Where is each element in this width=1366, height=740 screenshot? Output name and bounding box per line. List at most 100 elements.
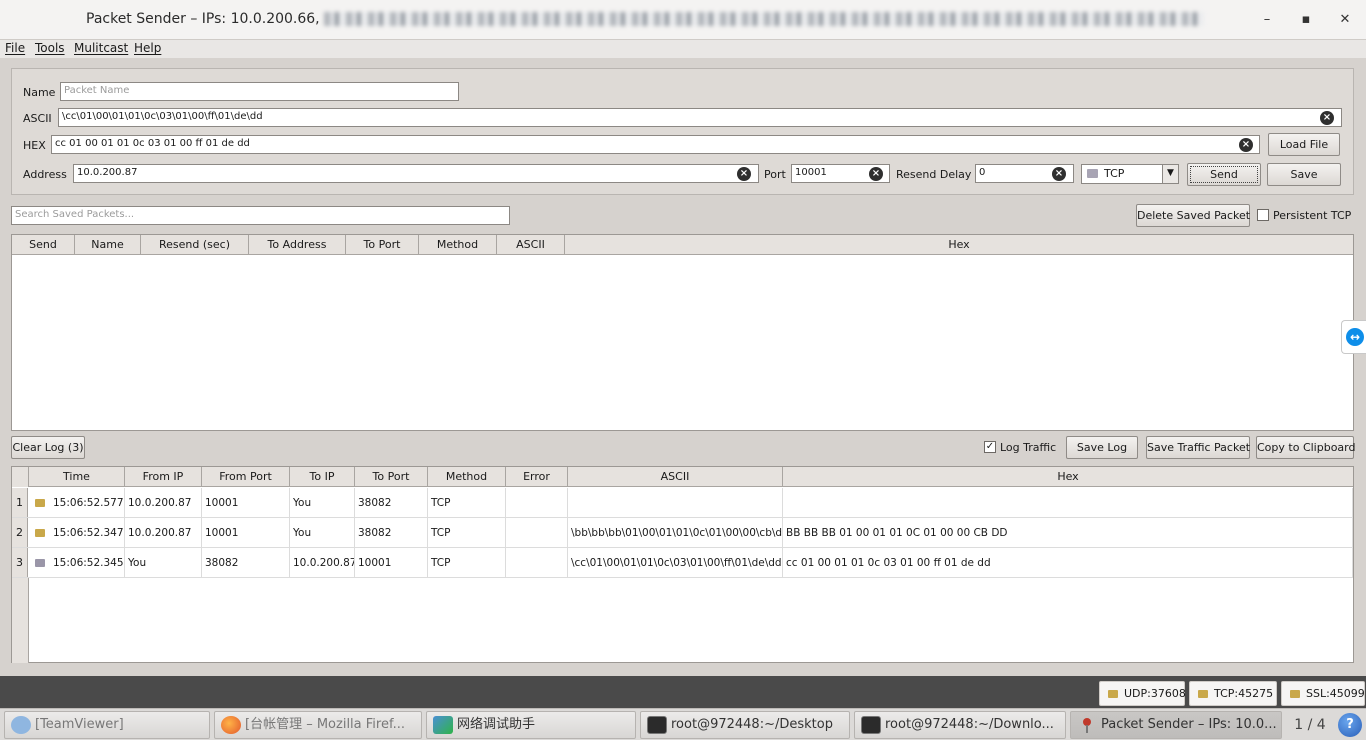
address-input[interactable]: 10.0.200.87: [73, 164, 759, 183]
clear-log-button[interactable]: Clear Log (3): [11, 436, 85, 459]
cell-text: TCP: [431, 557, 451, 569]
hex-label: HEX: [23, 139, 46, 152]
cell-to-ip: You: [290, 518, 355, 548]
menu-file[interactable]: File: [5, 41, 25, 55]
packet-icon: [1108, 690, 1118, 698]
cell-text: TCP: [431, 527, 451, 539]
clear-text-icon[interactable]: ×: [737, 167, 751, 181]
copy-to-clipboard-button[interactable]: Copy to Clipboard: [1256, 436, 1355, 459]
taskbar: [TeamViewer] [台帐管理 – Mozilla Firef... 网络…: [0, 708, 1366, 740]
log-traffic-checkbox[interactable]: ✓: [984, 441, 996, 453]
table-row[interactable]: 15:06:52.347 10.0.200.87 10001 You 38082 TCP \…: [12, 518, 1353, 548]
col-method[interactable]: Method: [419, 235, 497, 255]
row-header-filler: [12, 578, 29, 663]
traffic-log-table[interactable]: Time From IP From Port To IP To Port Met…: [11, 466, 1354, 663]
saved-table-header: Send Name Resend (sec) To Address To Por…: [12, 235, 1353, 255]
name-input[interactable]: Packet Name: [60, 82, 459, 101]
close-button[interactable]: ✕: [1335, 10, 1355, 30]
persistent-tcp-checkbox[interactable]: [1257, 209, 1269, 221]
title-bar: Packet Sender – IPs: 10.0.200.66, – ▪ ✕: [0, 0, 1366, 40]
cell-hex: [783, 488, 1353, 518]
minimize-button[interactable]: –: [1257, 10, 1277, 30]
col-error[interactable]: Error: [506, 467, 568, 487]
ascii-input[interactable]: \cc\01\00\01\01\0c\03\01\00\ff\01\de\dd: [58, 108, 1342, 127]
col-ascii[interactable]: ASCII: [568, 467, 783, 487]
maximize-button[interactable]: ▪: [1296, 10, 1316, 30]
cell-text: 10001: [358, 557, 392, 569]
task-firefox[interactable]: [台帐管理 – Mozilla Firef...: [214, 711, 422, 739]
col-to-port[interactable]: To Port: [355, 467, 428, 487]
col-ascii[interactable]: ASCII: [497, 235, 565, 255]
col-from-port[interactable]: From Port: [202, 467, 290, 487]
log-traffic-label: Log Traffic: [1000, 441, 1057, 454]
save-traffic-packet-button[interactable]: Save Traffic Packet: [1146, 436, 1250, 459]
window-title: Packet Sender – IPs: 10.0.200.66,: [86, 11, 1204, 27]
task-terminal-desktop[interactable]: root@972448:~/Desktop: [640, 711, 850, 739]
task-teamviewer[interactable]: [TeamViewer]: [4, 711, 210, 739]
task-label: [台帐管理 – Mozilla Firef...: [245, 717, 405, 732]
col-hex[interactable]: Hex: [783, 467, 1353, 487]
col-from-ip[interactable]: From IP: [125, 467, 202, 487]
persistent-tcp-label: Persistent TCP: [1273, 209, 1352, 222]
cell-method: TCP: [428, 518, 506, 548]
cell-method: TCP: [428, 488, 506, 518]
cell-text: 15:06:52.347: [53, 527, 124, 539]
col-name[interactable]: Name: [75, 235, 141, 255]
task-packet-sender[interactable]: Packet Sender – IPs: 10.0...: [1070, 711, 1282, 739]
clear-text-icon[interactable]: ×: [1239, 138, 1253, 152]
col-method[interactable]: Method: [428, 467, 506, 487]
search-saved-input[interactable]: Search Saved Packets...: [11, 206, 510, 225]
table-row[interactable]: 15:06:52.345 You 38082 10.0.200.87 10001 TCP \…: [12, 548, 1353, 578]
protocol-select[interactable]: TCP ▼: [1081, 164, 1179, 184]
save-button[interactable]: Save: [1267, 163, 1341, 186]
clear-text-icon[interactable]: ×: [869, 167, 883, 181]
cell-method: TCP: [428, 548, 506, 578]
task-network-tool[interactable]: 网络调试助手: [426, 711, 636, 739]
cell-text: 10.0.200.87: [128, 527, 192, 539]
save-log-button[interactable]: Save Log: [1066, 436, 1138, 459]
send-button[interactable]: Send: [1187, 163, 1261, 186]
clear-text-icon[interactable]: ×: [1052, 167, 1066, 181]
col-to-port[interactable]: To Port: [346, 235, 419, 255]
workspace-pager[interactable]: 1 / 4: [1286, 715, 1334, 735]
hex-input[interactable]: cc 01 00 01 01 0c 03 01 00 ff 01 de dd: [51, 135, 1260, 154]
cell-text: 38082: [205, 557, 239, 569]
saved-packets-table[interactable]: Send Name Resend (sec) To Address To Por…: [11, 234, 1354, 431]
task-label: root@972448:~/Downlo...: [885, 717, 1054, 732]
teamviewer-icon: ↔: [1346, 328, 1364, 346]
packet-icon: [35, 529, 45, 537]
menu-multicast[interactable]: Mulitcast: [74, 41, 128, 55]
cell-to-port: 38082: [355, 518, 428, 548]
cell-text: 10.0.200.87: [293, 557, 355, 569]
col-time[interactable]: Time: [29, 467, 125, 487]
cell-text: 10.0.200.87: [128, 497, 192, 509]
delete-saved-packet-button[interactable]: Delete Saved Packet: [1136, 204, 1250, 227]
ascii-label: ASCII: [23, 112, 52, 125]
col-to-address[interactable]: To Address: [249, 235, 346, 255]
menu-bar: File Tools Mulitcast Help: [0, 40, 1366, 58]
log-table-header: Time From IP From Port To IP To Port Met…: [12, 467, 1353, 487]
cell-hex: cc 01 00 01 01 0c 03 01 00 ff 01 de dd: [783, 548, 1353, 578]
cell-ascii: \cc\01\00\01\01\0c\03\01\00\ff\01\de\dd: [568, 548, 783, 578]
help-icon[interactable]: ?: [1338, 713, 1362, 737]
ssl-port-text: SSL:45099: [1306, 687, 1365, 700]
col-resend[interactable]: Resend (sec): [141, 235, 249, 255]
clear-text-icon[interactable]: ×: [1320, 111, 1334, 125]
teamviewer-side-tab[interactable]: ↔: [1341, 320, 1366, 354]
cell-error: [506, 488, 568, 518]
menu-help[interactable]: Help: [134, 41, 161, 55]
load-file-button[interactable]: Load File: [1268, 133, 1340, 156]
dropdown-arrow-icon[interactable]: ▼: [1162, 165, 1178, 183]
col-hex[interactable]: Hex: [565, 235, 1353, 255]
menu-tools[interactable]: Tools: [35, 41, 65, 55]
resend-delay-label: Resend Delay: [896, 168, 972, 181]
col-send[interactable]: Send: [12, 235, 75, 255]
cell-error: [506, 518, 568, 548]
search-placeholder: Search Saved Packets...: [15, 209, 135, 220]
table-row[interactable]: 15:06:52.577 10.0.200.87 10001 You 38082 TCP: [12, 488, 1353, 518]
col-to-ip[interactable]: To IP: [290, 467, 355, 487]
task-terminal-downloads[interactable]: root@972448:~/Downlo...: [854, 711, 1066, 739]
task-label: [TeamViewer]: [35, 717, 124, 732]
cell-from-ip: You: [125, 548, 202, 578]
cell-text: BB BB BB 01 00 01 01 0C 01 00 00 CB DD: [786, 527, 1008, 539]
